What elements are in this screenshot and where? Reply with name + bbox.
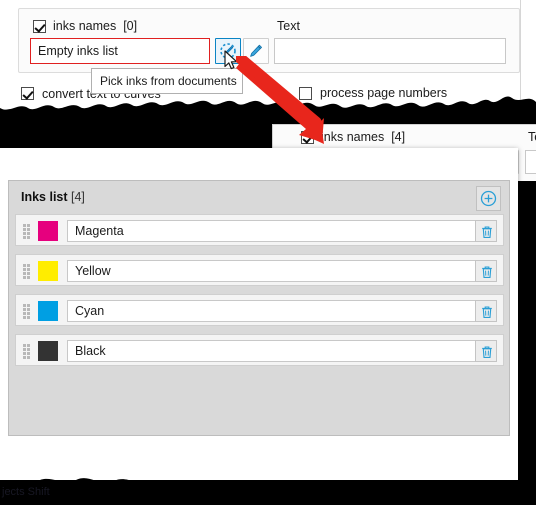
delete-row-button[interactable] xyxy=(475,220,497,242)
bottom-obscured-text: jects Shift xyxy=(2,486,50,498)
checkbox-inks-names-4[interactable] xyxy=(301,131,314,144)
trash-icon xyxy=(482,266,492,278)
delete-row-button[interactable] xyxy=(475,260,497,282)
row-name-input[interactable]: Magenta xyxy=(67,220,486,242)
inks-list-input[interactable]: Empty inks list xyxy=(30,38,210,64)
drag-handle-icon[interactable] xyxy=(23,264,32,279)
text-input-2[interactable] xyxy=(525,150,536,174)
checkbox-process-page-numbers[interactable] xyxy=(299,87,312,100)
row-color-swatch[interactable] xyxy=(38,221,58,241)
mouse-cursor-icon xyxy=(224,50,238,70)
inks-names-4-label: inks names [4] xyxy=(321,130,405,144)
inks-names-0-text: inks names xyxy=(53,19,117,33)
text-field-label: Text xyxy=(277,19,300,33)
row-color-swatch[interactable] xyxy=(38,341,58,361)
inks-names-0-label: inks names [0] xyxy=(53,19,137,33)
inks-list-dialog: Inks list [4] Magenta Yellow Cyan Black xyxy=(0,148,518,480)
add-ink-button[interactable] xyxy=(476,186,501,211)
inks-names-4-text: inks names xyxy=(321,130,385,144)
inks-list-title: Inks list xyxy=(21,190,68,204)
table-row[interactable]: Cyan xyxy=(15,294,504,326)
inks-list-count: [4] xyxy=(71,190,85,204)
table-row[interactable]: Black xyxy=(15,334,504,366)
inks-names-4-count: [4] xyxy=(391,130,406,144)
table-row[interactable]: Yellow xyxy=(15,254,504,286)
window-right-edge xyxy=(520,0,536,112)
checkbox-inks-names-0[interactable] xyxy=(33,20,46,33)
ink-rows-container: Magenta Yellow Cyan Black xyxy=(15,214,504,374)
checkbox-convert-text-to-curves[interactable] xyxy=(21,87,34,100)
drag-handle-icon[interactable] xyxy=(23,304,32,319)
trash-icon xyxy=(482,306,492,318)
process-page-numbers-label: process page numbers xyxy=(320,86,448,100)
row-name-input[interactable]: Yellow xyxy=(67,260,486,282)
drag-handle-icon[interactable] xyxy=(23,344,32,359)
row-name-input[interactable]: Cyan xyxy=(67,300,486,322)
inks-list-panel: Inks list [4] Magenta Yellow Cyan Black xyxy=(8,180,510,436)
inks-names-0-count: [0] xyxy=(123,19,138,33)
drag-handle-icon[interactable] xyxy=(23,224,32,239)
trash-icon xyxy=(482,226,492,238)
row-name-input[interactable]: Black xyxy=(67,340,486,362)
delete-row-button[interactable] xyxy=(475,300,497,322)
pencil-icon xyxy=(250,44,262,57)
screenshot-stage: inks names [0] Text Empty inks list conv… xyxy=(0,0,536,505)
edit-inks-button[interactable] xyxy=(243,38,269,64)
trash-icon xyxy=(482,346,492,358)
row-color-swatch[interactable] xyxy=(38,261,58,281)
top-settings-strip: inks names [0] Text Empty inks list conv… xyxy=(0,0,536,112)
row-color-swatch[interactable] xyxy=(38,301,58,321)
delete-row-button[interactable] xyxy=(475,340,497,362)
text-input[interactable] xyxy=(274,38,506,64)
plus-circle-icon xyxy=(480,190,497,207)
table-row[interactable]: Magenta xyxy=(15,214,504,246)
text-field-label-2: Text xyxy=(528,130,536,144)
pick-inks-tooltip: Pick inks from documents xyxy=(91,68,243,94)
